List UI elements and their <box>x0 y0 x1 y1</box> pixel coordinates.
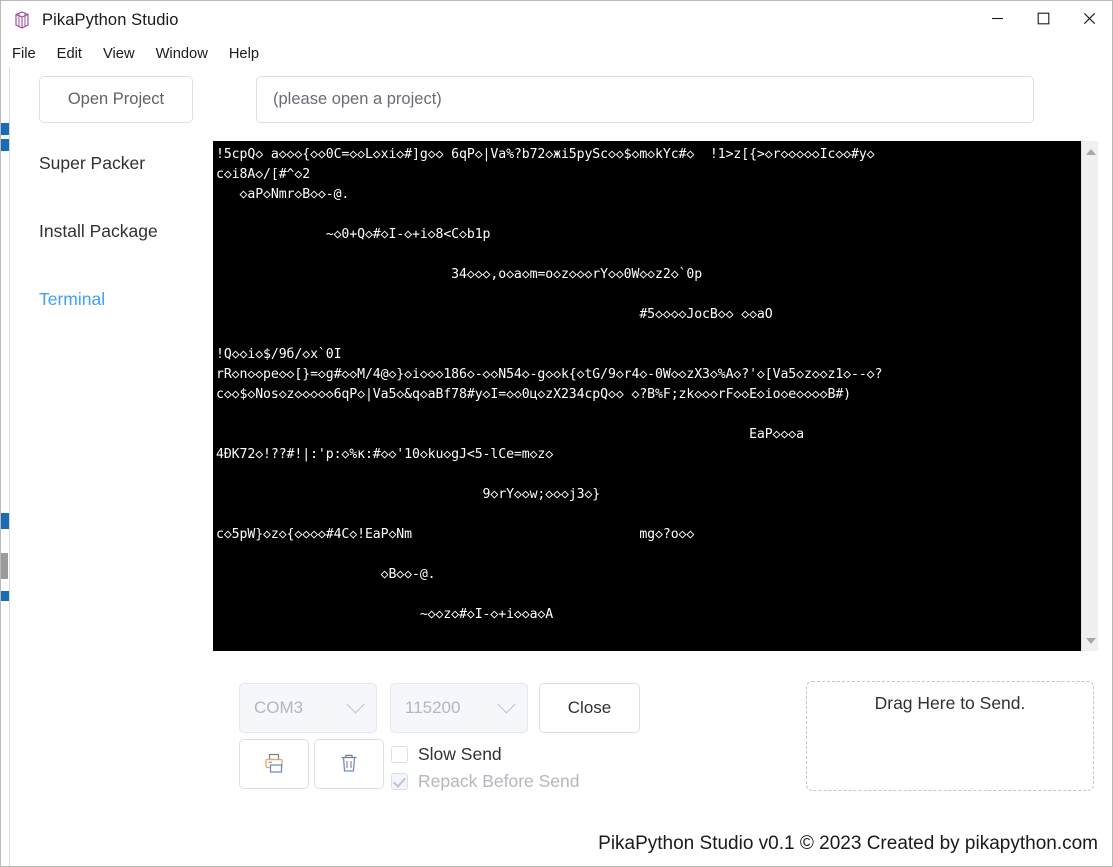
minimize-button[interactable] <box>974 1 1020 39</box>
open-project-button[interactable]: Open Project <box>39 76 193 123</box>
terminal-line: ~◇0+Q◇#◇I-◇+i◇8<C◇b1p <box>216 227 491 242</box>
trash-icon <box>338 752 360 777</box>
terminal-line: ~◇◇z◇#◇I-◇+i◇◇a◇A <box>216 607 554 622</box>
checkbox-box-checked <box>391 773 408 790</box>
terminal-line: !Q◇◇i◇$/9б/◇x`0I <box>216 347 342 362</box>
sidebar-item-terminal[interactable]: Terminal <box>10 277 210 322</box>
close-button[interactable] <box>1066 1 1112 39</box>
chevron-down-icon <box>497 694 516 713</box>
menu-item-help[interactable]: Help <box>229 44 270 64</box>
terminal-line: c◇◇$◇Nos◇z◇◇◇◇◇6qP◇|Va5◇&q◇aBf78#y◇I=◇◇0… <box>216 387 852 402</box>
app-window: PikaPython Studio File Edit View Window … <box>0 0 1113 867</box>
printer-icon <box>263 752 285 777</box>
drag-to-send-dropzone[interactable]: Drag Here to Send. <box>806 681 1094 791</box>
menu-item-view[interactable]: View <box>103 44 146 64</box>
project-path-input[interactable] <box>256 76 1034 123</box>
terminal-line: 9◇rY◇◇w;◇◇◇j3◇} <box>216 487 601 502</box>
left-edge-scroll-mark[interactable] <box>1 591 9 601</box>
maximize-button[interactable] <box>1020 1 1066 39</box>
footer-text: PikaPython Studio v0.1 © 2023 Created by… <box>598 833 1098 854</box>
serial-port-select[interactable]: COM3 <box>239 683 377 733</box>
left-edge-scroll-mark[interactable] <box>1 513 9 529</box>
menu-item-window[interactable]: Window <box>156 44 219 64</box>
terminal-line: !5cpQ◇ a◇◇◇{◇◇0C=◇◇L◇xi◇#]g◇◇ 6qP◇|Va%?b… <box>216 147 875 162</box>
close-serial-button[interactable]: Close <box>539 683 640 733</box>
terminal-line: c◇i8A◇/[#^◇2 <box>216 167 311 182</box>
window-title: PikaPython Studio <box>42 10 179 29</box>
menubar: File Edit View Window Help <box>1 41 280 66</box>
cube-icon <box>12 10 32 30</box>
left-edge-scroll-mark[interactable] <box>1 123 9 135</box>
menu-item-file[interactable]: File <box>12 44 47 64</box>
scroll-down-arrow[interactable] <box>1082 632 1099 649</box>
terminal-line: ◇B◇◇-@. <box>216 567 436 582</box>
terminal-line: #5◇◇◇◇JocB◇◇ ◇◇aO <box>216 307 773 322</box>
checkbox-box <box>391 746 408 763</box>
left-edge-scroll-mark[interactable] <box>1 139 9 151</box>
terminal-output[interactable]: !5cpQ◇ a◇◇◇{◇◇0C=◇◇L◇xi◇#]g◇◇ 6qP◇|Va%?b… <box>213 141 1081 651</box>
terminal-line: ◇aP◇Nmr◇B◇◇-@. <box>216 187 350 202</box>
window-controls <box>974 1 1112 39</box>
terminal-scrollbar[interactable] <box>1081 141 1098 651</box>
scroll-up-arrow[interactable] <box>1082 143 1099 160</box>
terminal-line: EaP◇◇◇a <box>216 427 804 442</box>
sidebar-item-install-package[interactable]: Install Package <box>10 209 210 254</box>
minimize-icon <box>991 12 1004 28</box>
sidebar: Super Packer Install Package Terminal <box>10 141 210 345</box>
repack-before-send-label: Repack Before Send <box>418 771 580 791</box>
slow-send-checkbox[interactable]: Slow Send <box>391 744 502 765</box>
left-edge-scroll-track[interactable] <box>1 553 8 579</box>
titlebar: PikaPython Studio <box>1 1 1112 39</box>
repack-before-send-checkbox[interactable]: Repack Before Send <box>391 771 580 792</box>
baudrate-value: 115200 <box>405 698 461 717</box>
terminal-line: 4ĐK72◇!??#!|:'p:◇%к:#◇◇'10◇ku◇gJ<5-lCe=m… <box>216 447 554 462</box>
terminal-line: 34◇◇◇,o◇a◇m=o◇z◇◇◇rY◇◇0W◇◇z2◇`0p <box>216 267 703 282</box>
maximize-icon <box>1037 12 1050 28</box>
sidebar-item-super-packer[interactable]: Super Packer <box>10 141 210 186</box>
close-icon <box>1083 12 1096 28</box>
dropzone-label: Drag Here to Send. <box>874 693 1026 713</box>
chevron-down-icon <box>346 694 365 713</box>
baudrate-select[interactable]: 115200 <box>390 683 528 733</box>
print-button[interactable] <box>239 739 309 789</box>
terminal-panel: !5cpQ◇ a◇◇◇{◇◇0C=◇◇L◇xi◇#]g◇◇ 6qP◇|Va%?b… <box>213 141 1098 651</box>
clear-terminal-button[interactable] <box>314 739 384 789</box>
terminal-line: c◇5pW}◇z◇{◇◇◇◇#4C◇!EaP◇Nm mg◇?o◇◇ <box>216 527 695 542</box>
terminal-line: rR◇n◇◇pe◇◇[}=◇g#◇◇M/4@◇}◇i◇◇◇186◇-◇◇N54◇… <box>216 367 883 382</box>
serial-port-value: COM3 <box>254 698 304 717</box>
menu-item-edit[interactable]: Edit <box>57 44 93 64</box>
slow-send-label: Slow Send <box>418 744 502 764</box>
